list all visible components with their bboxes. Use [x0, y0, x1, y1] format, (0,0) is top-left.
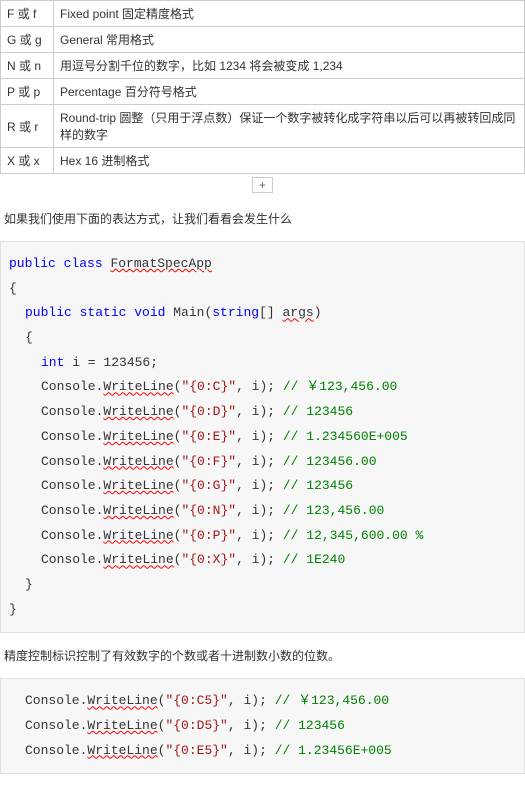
code-block-2: Console.WriteLine("{0:C5}", i); // ￥123,…: [0, 678, 525, 774]
table-row: X 或 xHex 16 进制格式: [1, 148, 525, 174]
format-key: F 或 f: [1, 1, 54, 27]
paragraph-1: 如果我们使用下面的表达方式，让我们看看会发生什么: [4, 210, 521, 227]
code-line: Console.WriteLine("{0:G}", i); // 123456: [9, 474, 516, 499]
table-row: P 或 pPercentage 百分符号格式: [1, 79, 525, 105]
code-line: Console.WriteLine("{0:E5}", i); // 1.234…: [9, 739, 516, 764]
code-line: Console.WriteLine("{0:C5}", i); // ￥123,…: [9, 689, 516, 714]
code-line: Console.WriteLine("{0:F}", i); // 123456…: [9, 450, 516, 475]
plus-button[interactable]: +: [252, 177, 273, 193]
format-desc: Round-trip 圆整（只用于浮点数）保证一个数字被转化成字符串以后可以再被…: [54, 105, 525, 148]
table-row: G 或 gGeneral 常用格式: [1, 27, 525, 53]
format-key: N 或 n: [1, 53, 54, 79]
format-key: P 或 p: [1, 79, 54, 105]
format-desc: Percentage 百分符号格式: [54, 79, 525, 105]
code-line: int i = 123456;: [9, 351, 516, 376]
code-block-1: public class FormatSpecApp { public stat…: [0, 241, 525, 633]
add-row: +: [0, 174, 525, 196]
table-row: F 或 fFixed point 固定精度格式: [1, 1, 525, 27]
code-line: Console.WriteLine("{0:P}", i); // 12,345…: [9, 524, 516, 549]
format-key: G 或 g: [1, 27, 54, 53]
format-desc: Hex 16 进制格式: [54, 148, 525, 174]
format-key: X 或 x: [1, 148, 54, 174]
format-desc: 用逗号分割千位的数字，比如 1234 将会被变成 1,234: [54, 53, 525, 79]
table-row: R 或 rRound-trip 圆整（只用于浮点数）保证一个数字被转化成字符串以…: [1, 105, 525, 148]
format-key: R 或 r: [1, 105, 54, 148]
code-line: Console.WriteLine("{0:D5}", i); // 12345…: [9, 714, 516, 739]
code-line: public static void Main(string[] args): [9, 301, 516, 326]
code-line: Console.WriteLine("{0:D}", i); // 123456: [9, 400, 516, 425]
code-line: public class FormatSpecApp: [9, 256, 212, 271]
code-line: Console.WriteLine("{0:X}", i); // 1E240: [9, 548, 516, 573]
paragraph-2: 精度控制标识控制了有效数字的个数或者十进制数小数的位数。: [4, 647, 521, 664]
format-desc: General 常用格式: [54, 27, 525, 53]
table-row: N 或 n用逗号分割千位的数字，比如 1234 将会被变成 1,234: [1, 53, 525, 79]
format-table: F 或 fFixed point 固定精度格式G 或 gGeneral 常用格式…: [0, 0, 525, 174]
code-line: Console.WriteLine("{0:E}", i); // 1.2345…: [9, 425, 516, 450]
format-desc: Fixed point 固定精度格式: [54, 1, 525, 27]
code-line: Console.WriteLine("{0:C}", i); // ￥123,4…: [9, 375, 516, 400]
code-line: Console.WriteLine("{0:N}", i); // 123,45…: [9, 499, 516, 524]
